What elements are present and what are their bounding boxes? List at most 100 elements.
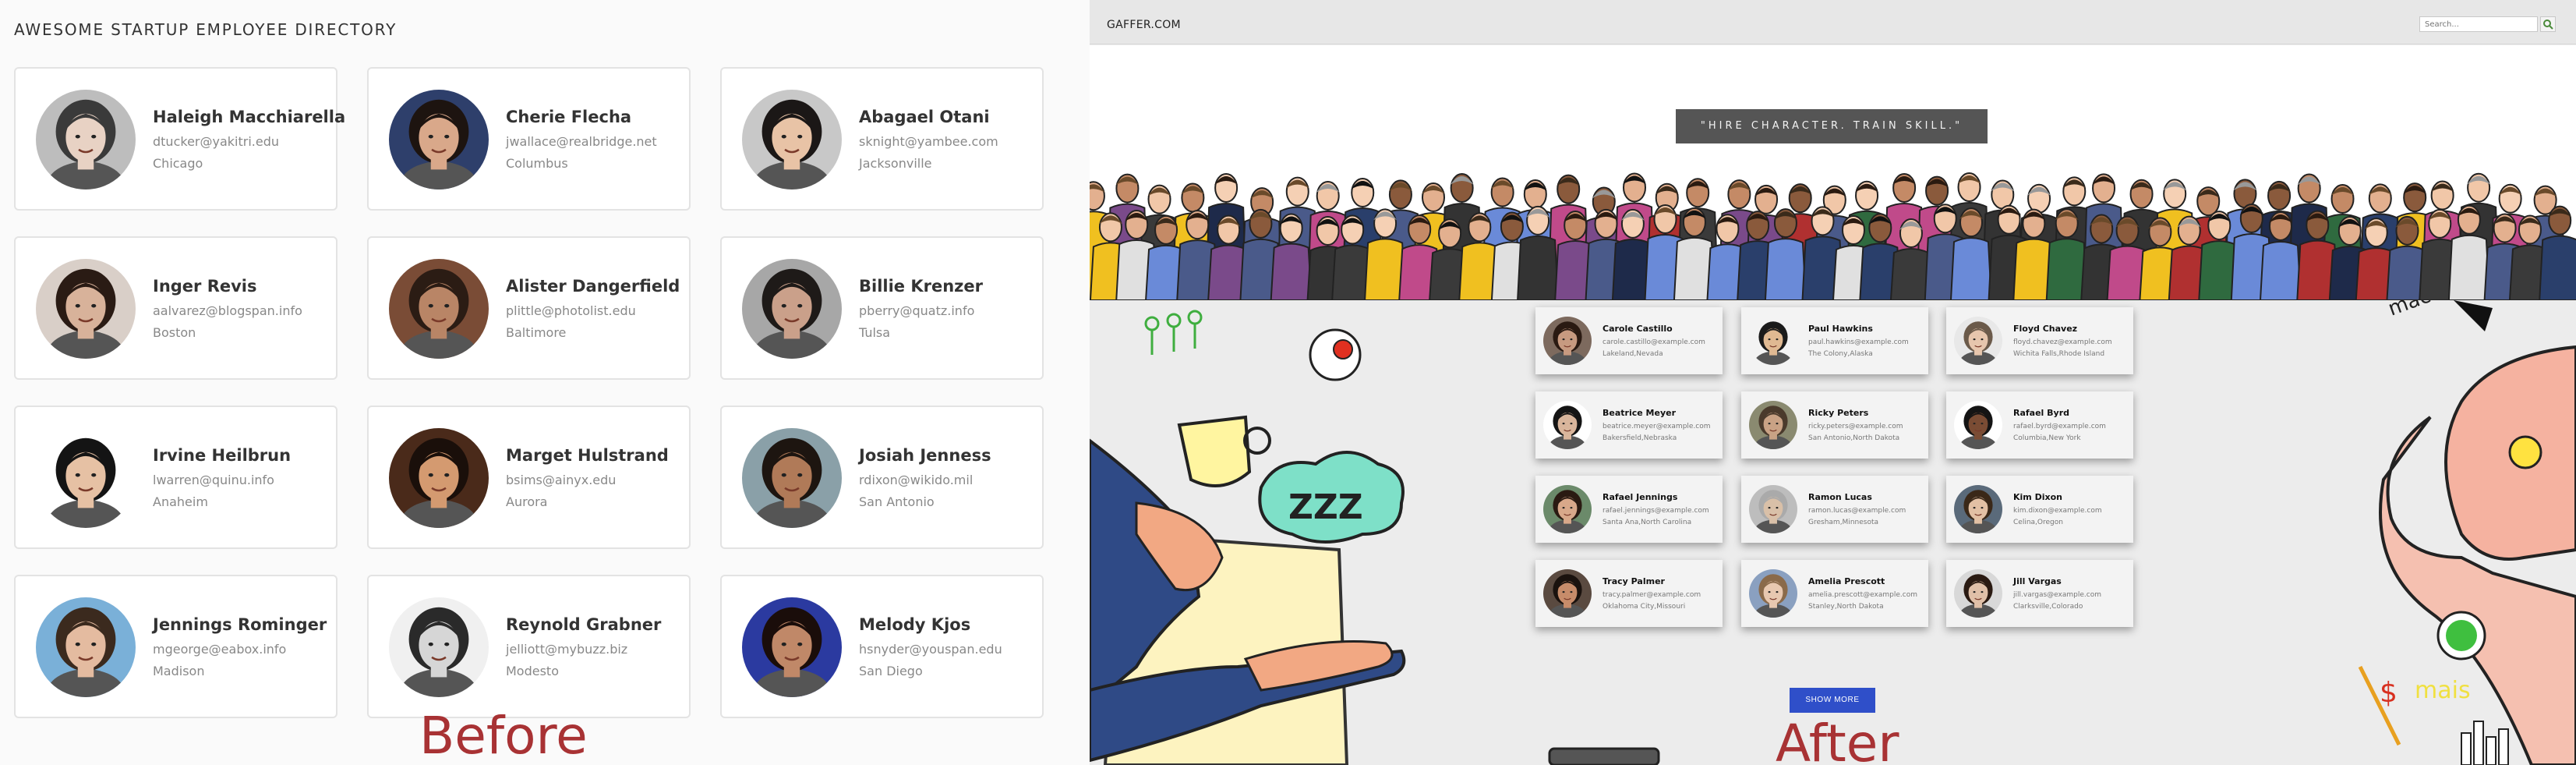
after-label: After: [1776, 714, 1899, 765]
employee-card[interactable]: Kim Dixon kim.dixon@example.com Celina,Ore…: [1946, 476, 2133, 543]
employee-city: Columbus: [506, 156, 568, 171]
employee-card[interactable]: Jill Vargas jill.vargas@example.com Clarks…: [1946, 560, 2133, 627]
avatar-photo: [36, 90, 136, 189]
avatar: [1954, 401, 2002, 449]
employee-email: rafael.jennings@example.com: [1602, 507, 1709, 515]
employee-name: Reynold Grabner: [506, 615, 662, 634]
avatar-photo: [1954, 569, 2002, 618]
avatar: [1749, 485, 1797, 533]
employee-card[interactable]: Josiah Jenness rdixon@wikido.mil San Anton…: [720, 406, 1044, 549]
search-icon: [2543, 19, 2553, 30]
employee-city: Aurora: [506, 494, 548, 509]
employee-card[interactable]: Abagael Otani sknight@yambee.com Jacksonvi…: [720, 67, 1044, 211]
employee-email: jill.vargas@example.com: [2013, 591, 2101, 599]
employee-card[interactable]: Haleigh Macchiarella dtucker@yakitri.edu C…: [14, 67, 345, 211]
employee-card[interactable]: Billie Krenzer pberry@quatz.info Tulsa: [720, 236, 1044, 380]
employee-email: ricky.peters@example.com: [1808, 423, 1903, 430]
svg-text:ZZZ: ZZZ: [1288, 487, 1363, 527]
employee-email: floyd.chavez@example.com: [2013, 338, 2112, 346]
employee-card[interactable]: Tracy Palmer tracy.palmer@example.com Okla…: [1535, 560, 1723, 627]
avatar: [1543, 401, 1592, 449]
avatar-photo: [1749, 401, 1797, 449]
employee-city: Baltimore: [506, 325, 567, 340]
employee-card[interactable]: Alister Dangerfield plittle@photolist.edu…: [367, 236, 691, 380]
employee-email: sknight@yambee.com: [859, 134, 998, 149]
employee-card[interactable]: Jennings Rominger mgeorge@eabox.info Madis…: [14, 575, 337, 718]
employee-card[interactable]: Reynold Grabner jelliott@mybuzz.biz Modest…: [367, 575, 691, 718]
employee-card[interactable]: Paul Hawkins paul.hawkins@example.com The …: [1741, 307, 1928, 374]
avatar: [742, 597, 842, 697]
employee-city: Santa Ana,North Carolina: [1602, 519, 1692, 526]
employee-name: Alister Dangerfield: [506, 277, 680, 296]
search-input[interactable]: [2419, 16, 2538, 32]
employee-email: pberry@quatz.info: [859, 303, 975, 318]
employee-card[interactable]: Beatrice Meyer beatrice.meyer@example.com…: [1535, 391, 1723, 459]
employee-email: mgeorge@eabox.info: [153, 642, 287, 657]
avatar-photo: [1749, 569, 1797, 618]
employee-email: lwarren@quinu.info: [153, 473, 274, 487]
avatar-photo: [1749, 485, 1797, 533]
employee-name: Billie Krenzer: [859, 277, 983, 296]
search-button[interactable]: [2540, 16, 2556, 32]
employee-name: Haleigh Macchiarella: [153, 108, 346, 126]
avatar: [389, 428, 489, 528]
employee-city: Tulsa: [859, 325, 891, 340]
page-title: AWESOME STARTUP EMPLOYEE DIRECTORY: [14, 20, 398, 39]
employee-email: ramon.lucas@example.com: [1808, 507, 1906, 515]
avatar-photo: [1543, 485, 1592, 533]
employee-card[interactable]: Amelia Prescott amelia.prescott@example.c…: [1741, 560, 1928, 627]
employee-card[interactable]: Rafael Byrd rafael.byrd@example.com Columb…: [1946, 391, 2133, 459]
svg-text:$: $: [2380, 677, 2398, 709]
employee-name: Jill Vargas: [2013, 576, 2062, 586]
employee-name: Irvine Heilbrun: [153, 446, 292, 465]
avatar: [1749, 317, 1797, 365]
avatar: [36, 597, 136, 697]
employee-email: jwallace@realbridge.net: [506, 134, 657, 149]
employee-card[interactable]: Ramon Lucas ramon.lucas@example.com Gresha…: [1741, 476, 1928, 543]
employee-card[interactable]: Ricky Peters ricky.peters@example.com San …: [1741, 391, 1928, 459]
avatar-photo: [36, 259, 136, 359]
employee-name: Carole Castillo: [1602, 324, 1673, 334]
employee-city: Bakersfield,Nebraska: [1602, 434, 1677, 442]
avatar: [1543, 317, 1592, 365]
avatar: [389, 259, 489, 359]
employee-city: The Colony,Alaska: [1808, 350, 1873, 358]
employee-name: Ricky Peters: [1808, 408, 1869, 418]
employee-card[interactable]: Melody Kjos hsnyder@youspan.edu San Diego: [720, 575, 1044, 718]
employee-card[interactable]: Carole Castillo carole.castillo@example.c…: [1535, 307, 1723, 374]
employee-email: kim.dixon@example.com: [2013, 507, 2102, 515]
employee-name: Abagael Otani: [859, 108, 990, 126]
employee-card[interactable]: Cherie Flecha jwallace@realbridge.net Colu…: [367, 67, 691, 211]
show-more-button[interactable]: SHOW MORE: [1790, 688, 1875, 713]
svg-text:mais: mais: [2415, 677, 2471, 704]
employee-card[interactable]: Inger Revis aalvarez@blogspan.info Boston: [14, 236, 337, 380]
avatar-photo: [1954, 317, 2002, 365]
avatar: [742, 90, 842, 189]
employee-email: hsnyder@youspan.edu: [859, 642, 1002, 657]
employee-email: beatrice.meyer@example.com: [1602, 423, 1711, 430]
avatar: [36, 259, 136, 359]
employee-city: San Antonio,North Dakota: [1808, 434, 1900, 442]
employee-card[interactable]: Rafael Jennings rafael.jennings@example.c…: [1535, 476, 1723, 543]
employee-email: plittle@photolist.edu: [506, 303, 636, 318]
employee-name: Paul Hawkins: [1808, 324, 1873, 334]
employee-email: jelliott@mybuzz.biz: [506, 642, 628, 657]
employee-name: Beatrice Meyer: [1602, 408, 1676, 418]
employee-card[interactable]: Marget Hulstrand bsims@ainyx.edu Aurora: [367, 406, 691, 549]
employee-name: Kim Dixon: [2013, 492, 2062, 502]
employee-city: Stanley,North Dakota: [1808, 603, 1884, 611]
top-navbar: GAFFER.COM: [1090, 0, 2576, 44]
avatar: [1543, 485, 1592, 533]
employee-city: Lakeland,Nevada: [1602, 350, 1663, 358]
employee-name: Ramon Lucas: [1808, 492, 1872, 502]
employee-card[interactable]: Floyd Chavez floyd.chavez@example.com Wich…: [1946, 307, 2133, 374]
avatar-photo: [389, 597, 489, 697]
employee-name: Rafael Byrd: [2013, 408, 2070, 418]
employee-email: bsims@ainyx.edu: [506, 473, 617, 487]
brand-logo[interactable]: GAFFER.COM: [1107, 19, 1181, 31]
employee-city: San Diego: [859, 664, 923, 678]
employee-name: Rafael Jennings: [1602, 492, 1678, 502]
employee-city: Chicago: [153, 156, 203, 171]
employee-card[interactable]: Irvine Heilbrun lwarren@quinu.info Anaheim: [14, 406, 337, 549]
employee-city: Modesto: [506, 664, 559, 678]
